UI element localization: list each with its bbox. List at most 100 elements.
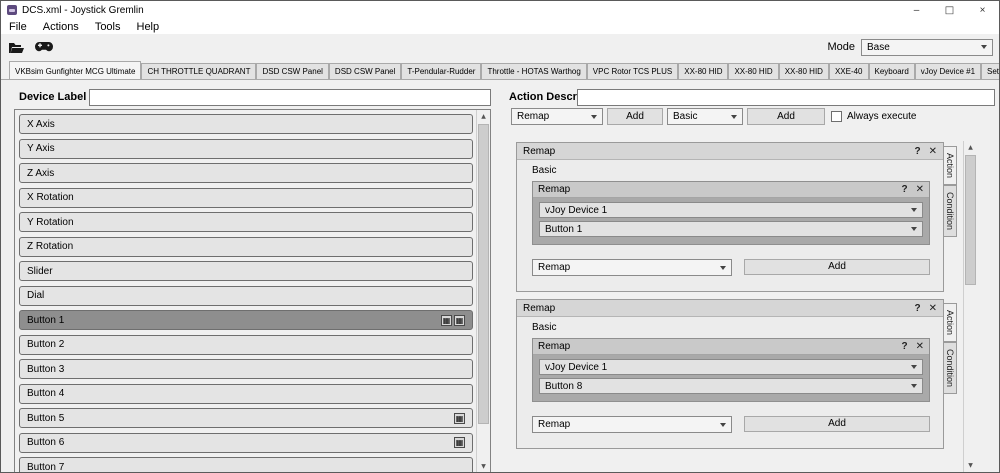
always-execute-label: Always execute bbox=[847, 111, 917, 122]
close-icon[interactable]: ✕ bbox=[929, 303, 937, 314]
menu-bar: File Actions Tools Help bbox=[1, 19, 999, 34]
container-add-button[interactable]: Add bbox=[744, 259, 930, 275]
widget-title: Remap bbox=[538, 341, 571, 352]
remap-container-2: Remap ? ✕ Basic Remap ? ✕ vJoy Device 1 … bbox=[516, 299, 944, 449]
tab-xxe-40[interactable]: XXE-40 bbox=[828, 63, 869, 79]
side-tab-condition[interactable]: Condition bbox=[944, 342, 957, 395]
list-item-z-rotation[interactable]: Z Rotation bbox=[19, 236, 473, 257]
mapped-action-icon: ▦ bbox=[454, 437, 465, 448]
widget-header: Remap ? ✕ bbox=[533, 339, 929, 355]
vjoy-device-dropdown[interactable]: vJoy Device 1 bbox=[539, 202, 923, 218]
list-item-x-axis[interactable]: X Axis bbox=[19, 114, 473, 134]
list-item-label: Dial bbox=[27, 290, 45, 301]
scroll-up-icon[interactable]: ▲ bbox=[964, 141, 977, 154]
app-icon bbox=[7, 5, 17, 15]
close-icon[interactable]: ✕ bbox=[916, 184, 924, 195]
close-icon[interactable]: ✕ bbox=[916, 341, 924, 352]
menu-file[interactable]: File bbox=[1, 21, 35, 33]
remap-action-widget: Remap ? ✕ vJoy Device 1 Button 8 bbox=[532, 338, 930, 402]
container-type-dropdown[interactable]: Basic bbox=[667, 108, 743, 125]
tab-vkbsim-gunfighter[interactable]: VKBsim Gunfighter MCG Ultimate bbox=[9, 61, 142, 79]
list-item-z-axis[interactable]: Z Axis bbox=[19, 163, 473, 183]
list-item-y-rotation[interactable]: Y Rotation bbox=[19, 212, 473, 232]
mapping-badges: ▦ bbox=[454, 437, 465, 448]
help-icon[interactable]: ? bbox=[915, 146, 921, 157]
add-container-button[interactable]: Add bbox=[747, 108, 825, 125]
list-item-button-5[interactable]: Button 5 ▦ bbox=[19, 408, 473, 428]
action-panel-scrollbar[interactable]: ▲ ▼ bbox=[963, 141, 977, 472]
list-item-button-4[interactable]: Button 4 bbox=[19, 383, 473, 404]
help-icon[interactable]: ? bbox=[915, 303, 921, 314]
basic-tab[interactable]: Basic bbox=[532, 165, 556, 176]
device-gamepad-icon[interactable] bbox=[35, 40, 53, 54]
tab-t-pendular-rudder[interactable]: T-Pendular-Rudder bbox=[401, 63, 482, 79]
list-item-button-3[interactable]: Button 3 bbox=[19, 359, 473, 379]
list-item-label: Y Axis bbox=[27, 143, 55, 154]
list-item-label: Z Rotation bbox=[27, 241, 74, 252]
device-label-input[interactable] bbox=[89, 89, 491, 106]
tab-xx80-hid-3[interactable]: XX-80 HID bbox=[778, 63, 829, 79]
input-list-scrollbar[interactable]: ▲ ▼ bbox=[476, 110, 490, 472]
list-item-y-axis[interactable]: Y Axis bbox=[19, 138, 473, 159]
side-tab-action[interactable]: Action bbox=[944, 146, 957, 186]
help-icon[interactable]: ? bbox=[902, 184, 908, 195]
list-item-button-7[interactable]: Button 7 bbox=[19, 457, 473, 472]
menu-help[interactable]: Help bbox=[129, 21, 168, 33]
list-item-button-1[interactable]: Button 1 ▦ ▦ bbox=[19, 310, 473, 330]
list-item-label: Button 3 bbox=[27, 363, 65, 375]
scrollbar-thumb[interactable] bbox=[965, 155, 976, 285]
side-tab-condition[interactable]: Condition bbox=[944, 185, 957, 238]
container-add-button[interactable]: Add bbox=[744, 416, 930, 432]
list-item-x-rotation[interactable]: X Rotation bbox=[19, 187, 473, 208]
open-profile-icon[interactable] bbox=[7, 40, 25, 54]
vjoy-input-dropdown[interactable]: Button 8 bbox=[539, 378, 923, 394]
always-execute-checkbox[interactable] bbox=[831, 111, 842, 122]
vjoy-input-dropdown[interactable]: Button 1 bbox=[539, 221, 923, 237]
action-type-dropdown[interactable]: Remap bbox=[511, 108, 603, 125]
list-item-label: Button 6 bbox=[27, 437, 65, 448]
mapped-action-icon: ▦ bbox=[454, 412, 465, 424]
add-action-type-dropdown[interactable]: Remap bbox=[532, 259, 732, 276]
mode-dropdown[interactable]: Base bbox=[861, 38, 993, 56]
scroll-up-icon[interactable]: ▲ bbox=[477, 110, 490, 123]
list-item-dial[interactable]: Dial bbox=[19, 285, 473, 306]
add-action-button[interactable]: Add bbox=[607, 108, 663, 125]
scrollbar-thumb[interactable] bbox=[478, 124, 489, 424]
list-item-button-2[interactable]: Button 2 bbox=[19, 334, 473, 355]
tab-vjoy-device-1[interactable]: vJoy Device #1 bbox=[914, 63, 982, 79]
tab-ch-throttle-quadrant[interactable]: CH THROTTLE QUADRANT bbox=[141, 63, 257, 79]
widget-header: Remap ? ✕ bbox=[533, 182, 929, 198]
close-icon[interactable]: ✕ bbox=[929, 146, 937, 157]
close-icon[interactable]: × bbox=[966, 1, 999, 19]
tab-dsd-csw-panel-1[interactable]: DSD CSW Panel bbox=[256, 63, 329, 79]
scroll-down-icon[interactable]: ▼ bbox=[964, 459, 977, 472]
menu-tools[interactable]: Tools bbox=[87, 21, 129, 33]
menu-actions[interactable]: Actions bbox=[35, 21, 87, 33]
widget-title: Remap bbox=[538, 184, 571, 195]
tab-xx80-hid-2[interactable]: XX-80 HID bbox=[728, 63, 779, 79]
basic-tab[interactable]: Basic bbox=[532, 322, 556, 333]
maximize-icon[interactable]: □ bbox=[933, 1, 966, 19]
mapped-action-icon: ▦ bbox=[441, 314, 452, 326]
help-icon[interactable]: ? bbox=[902, 341, 908, 352]
minimize-icon[interactable]: – bbox=[900, 1, 933, 19]
tab-throttle-hotas-warthog[interactable]: Throttle - HOTAS Warthog bbox=[481, 63, 587, 79]
mode-selector-group: Mode Base bbox=[827, 38, 993, 56]
window-title: DCS.xml - Joystick Gremlin bbox=[22, 4, 144, 16]
scroll-down-icon[interactable]: ▼ bbox=[477, 460, 490, 472]
vjoy-device-dropdown[interactable]: vJoy Device 1 bbox=[539, 359, 923, 375]
list-item-slider[interactable]: Slider bbox=[19, 261, 473, 281]
add-action-type-dropdown[interactable]: Remap bbox=[532, 416, 732, 433]
input-list: X Axis Y Axis Z Axis X Rotation Y Rotati… bbox=[14, 109, 491, 472]
tab-dsd-csw-panel-2[interactable]: DSD CSW Panel bbox=[328, 63, 402, 79]
mapping-badges: ▦ ▦ bbox=[441, 314, 465, 326]
list-item-button-6[interactable]: Button 6 ▦ bbox=[19, 432, 473, 453]
side-tab-action[interactable]: Action bbox=[944, 303, 957, 343]
list-item-label: Button 1 bbox=[27, 314, 65, 326]
tab-xx80-hid-1[interactable]: XX-80 HID bbox=[678, 63, 729, 79]
action-description-input[interactable] bbox=[577, 89, 995, 106]
mapping-badges: ▦ bbox=[454, 412, 465, 424]
tab-settings[interactable]: Settings bbox=[981, 63, 999, 79]
tab-keyboard[interactable]: Keyboard bbox=[868, 63, 915, 79]
tab-vpc-rotor-tcs-plus[interactable]: VPC Rotor TCS PLUS bbox=[586, 63, 679, 79]
